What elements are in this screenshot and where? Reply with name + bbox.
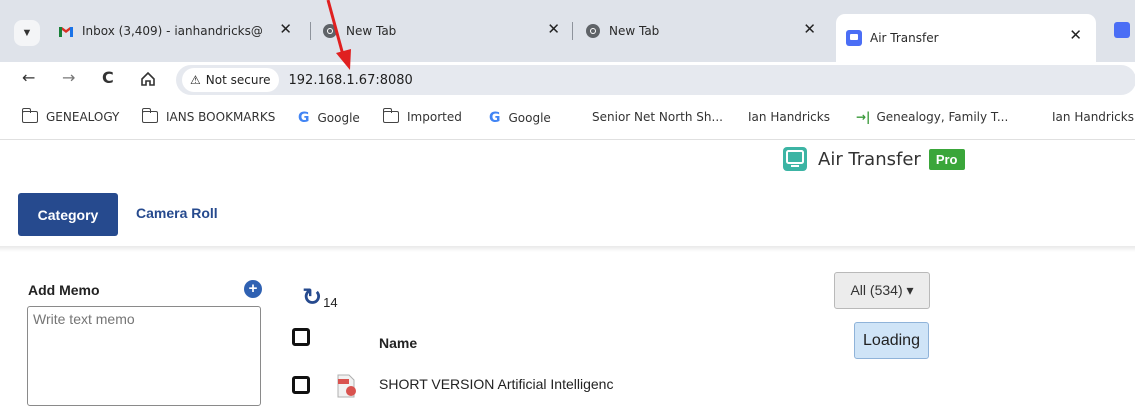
bookmark-google-1[interactable]: G Google [298, 110, 360, 126]
warning-icon: ⚠ [190, 73, 201, 87]
refresh-icon: ↻ [302, 283, 323, 311]
bookmarks-bar: GENEALOGY IANS BOOKMARKS G Google Import… [0, 98, 1135, 140]
refresh-control[interactable]: ↻ 14 [302, 283, 338, 311]
bookmark-genealogy-family[interactable]: →| Genealogy, Family T... [856, 110, 1008, 124]
bookmark-ian-handricks-2[interactable]: Ian Handricks [1052, 110, 1134, 124]
genealogy-icon: →| [856, 110, 871, 124]
reload-icon[interactable]: C [102, 68, 114, 87]
pro-badge: Pro [928, 148, 965, 170]
tab-title: Air Transfer [870, 31, 939, 45]
bookmark-label: Senior Net North Sh... [592, 110, 723, 124]
header-divider [0, 246, 1135, 252]
bookmark-ians-bookmarks[interactable]: IANS BOOKMARKS [141, 108, 276, 124]
forward-arrow-icon[interactable]: → [62, 68, 75, 87]
close-icon[interactable]: ✕ [1069, 26, 1082, 44]
chevron-down-icon: ▼ [21, 27, 33, 39]
security-chip[interactable]: ⚠ Not secure [182, 68, 279, 92]
tab-divider [310, 22, 311, 40]
security-label: Not secure [205, 73, 271, 87]
row-checkbox[interactable] [292, 376, 310, 394]
bookmark-label: Genealogy, Family T... [876, 110, 1009, 124]
tab-air-transfer[interactable]: Air Transfer ✕ [836, 14, 1096, 62]
loading-button[interactable]: Loading [854, 322, 929, 359]
memo-title: Add Memo [28, 282, 100, 298]
tab-new-tab-1[interactable]: New Tab ✕ [322, 14, 572, 48]
gmail-icon [59, 27, 73, 37]
folder-icon [382, 108, 399, 123]
google-icon: G [489, 110, 501, 126]
bookmark-label: Google [317, 111, 360, 125]
bookmark-label: Ian Handricks [748, 110, 830, 124]
close-icon[interactable]: ✕ [547, 20, 560, 38]
memo-textarea[interactable] [27, 306, 261, 406]
ppt-file-icon [337, 374, 356, 398]
app-brand: Air Transfer Pro [782, 146, 965, 172]
bookmark-google-2[interactable]: G Google [489, 110, 551, 126]
browser-toolbar: ← → C ⚠ Not secure 192.168.1.67:8080 [0, 62, 1135, 98]
tab-title: New Tab [346, 24, 397, 38]
url-text[interactable]: 192.168.1.67:8080 [289, 73, 413, 88]
name-column-header[interactable]: Name [379, 335, 417, 351]
bookmark-label: Ian Handricks [1052, 110, 1134, 124]
air-transfer-icon[interactable] [1114, 22, 1130, 38]
google-icon: G [298, 110, 310, 126]
chrome-icon [323, 24, 337, 38]
close-icon[interactable]: ✕ [279, 20, 292, 38]
file-name[interactable]: SHORT VERSION Artificial Intelligenc [379, 376, 613, 392]
bookmark-genealogy[interactable]: GENEALOGY [21, 108, 120, 124]
app-title: Air Transfer [818, 148, 921, 170]
tab-strip: ▼ Inbox (3,409) - ianhandricks@gi ✕ New … [0, 0, 1135, 62]
tab-title: New Tab [609, 24, 660, 38]
air-transfer-logo-icon [783, 147, 807, 171]
folder-icon [21, 108, 38, 123]
filter-dropdown[interactable]: All (534) ▾ [834, 272, 930, 309]
address-bar[interactable]: ⚠ Not secure 192.168.1.67:8080 [176, 65, 1135, 95]
bookmark-label: GENEALOGY [46, 110, 120, 124]
add-memo-button[interactable]: + [244, 280, 262, 298]
bookmark-imported[interactable]: Imported [382, 108, 462, 124]
tab-new-tab-2[interactable]: New Tab ✕ [585, 14, 830, 48]
air-transfer-icon [846, 30, 862, 46]
select-all-checkbox[interactable] [292, 328, 310, 346]
tab-divider [572, 22, 573, 40]
camera-roll-button[interactable]: Camera Roll [136, 205, 218, 221]
tab-gmail[interactable]: Inbox (3,409) - ianhandricks@gi ✕ [58, 14, 298, 48]
category-button[interactable]: Category [18, 193, 118, 236]
bookmark-label: IANS BOOKMARKS [166, 110, 276, 124]
close-icon[interactable]: ✕ [803, 20, 816, 38]
bookmark-label: Imported [407, 110, 462, 124]
bookmark-ian-handricks-1[interactable]: Ian Handricks [748, 110, 830, 124]
bookmark-label: Google [508, 111, 551, 125]
back-arrow-icon[interactable]: ← [22, 68, 35, 87]
tab-title: Inbox (3,409) - ianhandricks@gi [82, 24, 262, 38]
home-icon[interactable] [140, 71, 156, 87]
chrome-icon [586, 24, 600, 38]
folder-icon [141, 108, 158, 123]
tab-search-button[interactable]: ▼ [14, 20, 40, 46]
refresh-count: 14 [323, 294, 338, 310]
bookmark-senior-net[interactable]: Senior Net North Sh... [592, 110, 723, 124]
